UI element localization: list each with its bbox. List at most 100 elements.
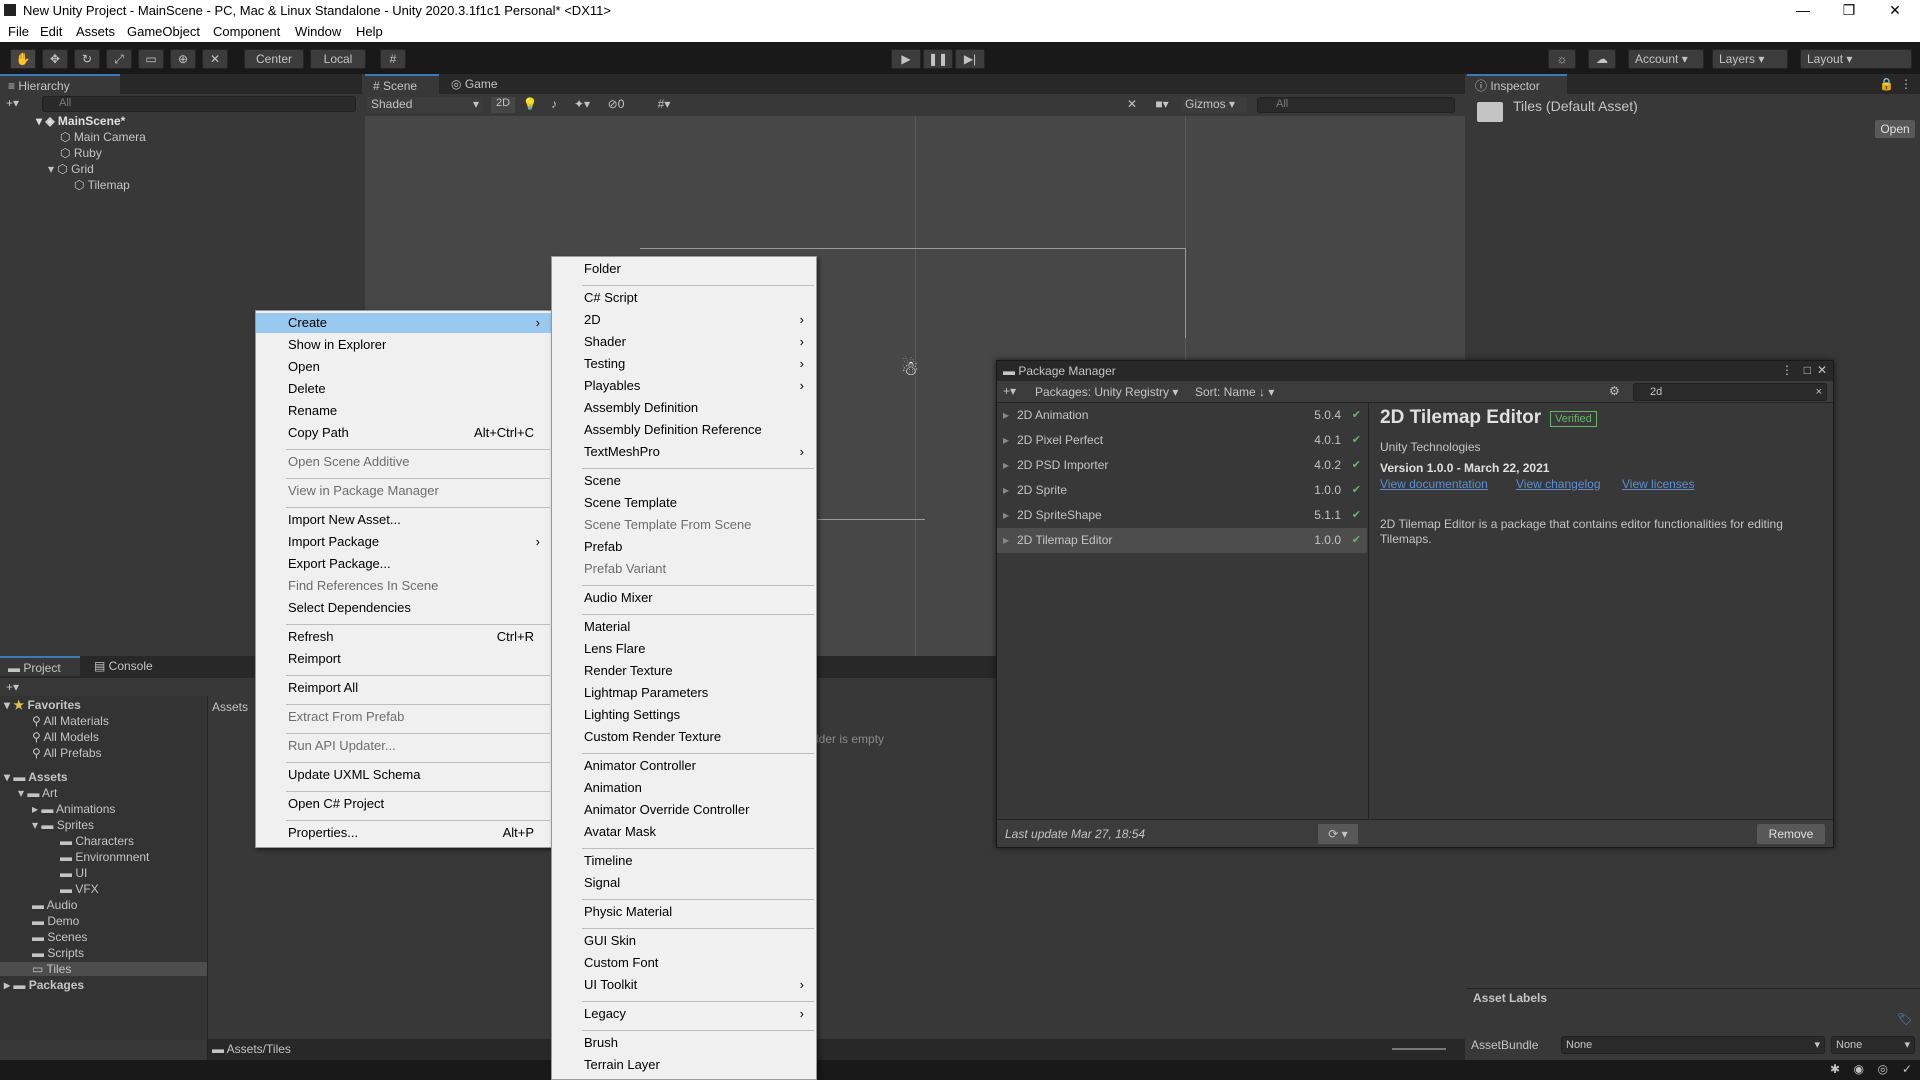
- remove-button[interactable]: Remove: [1757, 824, 1825, 844]
- menu-item-lens-flare[interactable]: Lens Flare: [552, 639, 816, 659]
- tab-hierarchy[interactable]: ≡ Hierarchy: [0, 74, 120, 94]
- menu-item-2d[interactable]: 2D ›: [552, 310, 816, 330]
- menu-window[interactable]: Window: [295, 24, 341, 39]
- pm-package-row[interactable]: ▸ 2D Sprite 1.0.0 ✔: [997, 478, 1367, 503]
- packages-root-item[interactable]: ▸ ▬ Packages: [4, 978, 84, 992]
- layers-dropdown[interactable]: Layers ▾: [1712, 49, 1788, 69]
- ruby-sprite[interactable]: ☃: [901, 356, 925, 384]
- open-button[interactable]: Open: [1875, 120, 1915, 138]
- tools-icon[interactable]: ✕: [1123, 97, 1141, 111]
- menu-item-copy-path[interactable]: Copy Path Alt+Ctrl+C: [256, 423, 552, 443]
- create-asset-button[interactable]: +▾: [6, 680, 19, 694]
- pm-package-row[interactable]: ▸ 2D PSD Importer 4.0.2 ✔: [997, 453, 1367, 478]
- folder-environment[interactable]: ▬ Environmnent: [60, 850, 149, 864]
- menu-item-lightmap-parameters[interactable]: Lightmap Parameters: [552, 683, 816, 703]
- hidden-objects-toggle[interactable]: ⊘0: [601, 97, 631, 111]
- pm-package-row-selected[interactable]: ▸ 2D Tilemap Editor 1.0.0 ✔: [997, 528, 1367, 553]
- menu-item-legacy[interactable]: Legacy ›: [552, 1004, 816, 1024]
- collab-icon[interactable]: ☼: [1548, 49, 1576, 69]
- menu-item-playables[interactable]: Playables ›: [552, 376, 816, 396]
- folder-vfx[interactable]: ▬ VFX: [60, 882, 99, 896]
- pm-sort-dropdown[interactable]: Sort: Name ↓ ▾: [1195, 385, 1274, 399]
- fav-all-materials[interactable]: ⚲ All Materials: [32, 714, 109, 728]
- status-ok-icon[interactable]: ✓: [1902, 1062, 1912, 1076]
- tab-scene[interactable]: # Scene: [365, 74, 439, 94]
- menu-item-rename[interactable]: Rename: [256, 401, 552, 421]
- folder-art[interactable]: ▾ ▬ Art: [18, 786, 57, 800]
- pm-search-input[interactable]: 2d ×: [1633, 383, 1827, 401]
- grid-snap-icon[interactable]: #: [380, 49, 406, 69]
- menu-item-testing[interactable]: Testing ›: [552, 354, 816, 374]
- account-dropdown[interactable]: Account ▾: [1628, 49, 1704, 69]
- assets-root-item[interactable]: ▾ ▬ Assets: [4, 770, 68, 784]
- menu-item-delete[interactable]: Delete: [256, 379, 552, 399]
- cache-icon[interactable]: ◉: [1854, 1062, 1864, 1076]
- pm-package-row[interactable]: ▸ 2D SpriteShape 5.1.1 ✔: [997, 503, 1367, 528]
- gizmos-dropdown[interactable]: Gizmos ▾: [1181, 97, 1247, 113]
- menu-item-reimport-all[interactable]: Reimport All: [256, 678, 552, 698]
- menu-item-scene-template[interactable]: Scene Template: [552, 493, 816, 513]
- menu-assets[interactable]: Assets: [76, 24, 115, 39]
- pause-button[interactable]: ❚❚: [923, 49, 953, 69]
- tab-game[interactable]: ◎ Game: [443, 74, 513, 94]
- close-button[interactable]: ✕: [1872, 0, 1918, 21]
- pm-source-dropdown[interactable]: Packages: Unity Registry ▾: [1035, 385, 1178, 399]
- layout-dropdown[interactable]: Layout ▾: [1800, 49, 1912, 69]
- gi-icon[interactable]: ◎: [1878, 1062, 1888, 1076]
- mode-2d-toggle[interactable]: 2D: [491, 97, 515, 113]
- fav-all-models[interactable]: ⚲ All Models: [32, 730, 99, 744]
- menu-item-custom-font[interactable]: Custom Font: [552, 953, 816, 973]
- lock-icon[interactable]: 🔒: [1879, 77, 1894, 91]
- menu-edit[interactable]: Edit: [40, 24, 62, 39]
- folder-scripts[interactable]: ▬ Scripts: [32, 946, 84, 960]
- rect-tool-icon[interactable]: ▭: [138, 49, 164, 69]
- folder-tiles[interactable]: ▭ Tiles: [0, 962, 207, 976]
- hand-tool-icon[interactable]: ✋: [10, 49, 36, 69]
- menu-item-ui-toolkit[interactable]: UI Toolkit ›: [552, 975, 816, 995]
- hierarchy-search-input[interactable]: All: [42, 96, 356, 112]
- hierarchy-item-ruby[interactable]: ⬡ Ruby: [60, 146, 102, 160]
- label-tag-icon[interactable]: 🏷: [1897, 1012, 1912, 1026]
- scene-root-item[interactable]: ▾ ◈ MainScene*: [36, 114, 125, 128]
- hierarchy-item-main-camera[interactable]: ⬡ Main Camera: [60, 130, 146, 144]
- menu-item-assembly-definition[interactable]: Assembly Definition: [552, 398, 816, 418]
- light-icon[interactable]: 💡: [521, 97, 539, 111]
- menu-item-assembly-definition-reference[interactable]: Assembly Definition Reference: [552, 420, 816, 440]
- menu-item-open-c-project[interactable]: Open C# Project: [256, 794, 552, 814]
- tab-project[interactable]: ▬ Project: [0, 656, 80, 676]
- menu-item-reimport[interactable]: Reimport: [256, 649, 552, 669]
- menu-item-animator-controller[interactable]: Animator Controller: [552, 756, 816, 776]
- folder-characters[interactable]: ▬ Characters: [60, 834, 134, 848]
- audio-icon[interactable]: ♪: [545, 97, 563, 111]
- icon-size-slider[interactable]: [1392, 1048, 1446, 1050]
- menu-item-material[interactable]: Material: [552, 617, 816, 637]
- maximize-button[interactable]: ❐: [1826, 0, 1872, 21]
- menu-item-show-in-explorer[interactable]: Show in Explorer: [256, 335, 552, 355]
- breadcrumb[interactable]: Assets: [212, 700, 248, 714]
- menu-item-audio-mixer[interactable]: Audio Mixer: [552, 588, 816, 608]
- hierarchy-item-grid[interactable]: ▾ ⬡ Grid: [48, 162, 94, 176]
- view-licenses-link[interactable]: View licenses: [1622, 477, 1694, 491]
- bug-icon[interactable]: ✱: [1830, 1062, 1840, 1076]
- menu-item-c-script[interactable]: C# Script: [552, 288, 816, 308]
- menu-item-render-texture[interactable]: Render Texture: [552, 661, 816, 681]
- menu-item-textmeshpro[interactable]: TextMeshPro ›: [552, 442, 816, 462]
- scene-search-input[interactable]: All: [1257, 97, 1455, 113]
- menu-item-animator-override-controller[interactable]: Animator Override Controller: [552, 800, 816, 820]
- scale-tool-icon[interactable]: ⤢: [106, 49, 132, 69]
- camera-icon[interactable]: ■▾: [1149, 97, 1175, 111]
- minimize-button[interactable]: —: [1780, 0, 1826, 21]
- add-object-button[interactable]: +▾: [6, 96, 26, 110]
- move-tool-icon[interactable]: ✥: [42, 49, 68, 69]
- close-icon[interactable]: ✕: [1817, 363, 1827, 377]
- pivot-local-button[interactable]: Local: [310, 49, 366, 69]
- hierarchy-item-tilemap[interactable]: ⬡ Tilemap: [74, 178, 130, 192]
- menu-item-physic-material[interactable]: Physic Material: [552, 902, 816, 922]
- menu-item-import-new-asset[interactable]: Import New Asset...: [256, 510, 552, 530]
- gear-icon[interactable]: ⚙: [1609, 384, 1620, 398]
- menu-gameobject[interactable]: GameObject: [127, 24, 200, 39]
- menu-item-custom-render-texture[interactable]: Custom Render Texture: [552, 727, 816, 747]
- menu-item-create[interactable]: Create ›: [256, 313, 552, 333]
- view-changelog-link[interactable]: View changelog: [1516, 477, 1601, 491]
- menu-item-brush[interactable]: Brush: [552, 1033, 816, 1053]
